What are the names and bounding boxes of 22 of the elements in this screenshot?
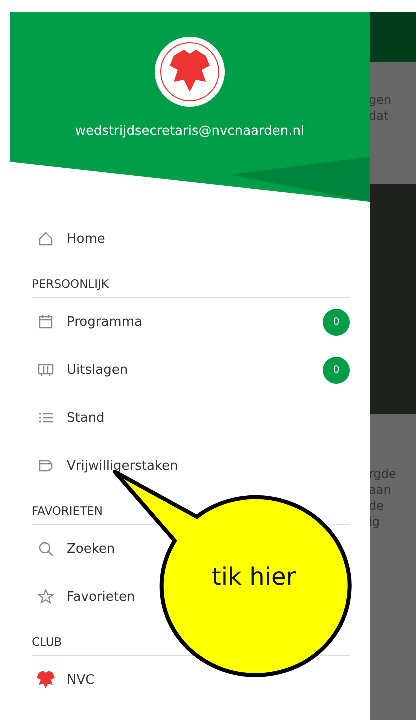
user-email: wedstrijdsecretaris@nvcnaarden.nl [75,124,305,139]
menu-item[interactable]: NVC [10,656,115,704]
app-bar [370,12,416,62]
count-badge: 0 [323,308,350,336]
search-icon [38,541,54,557]
star-icon [38,589,54,605]
menu-item[interactable]: Zoeken [10,525,136,573]
tag-icon [38,458,54,474]
menu-item[interactable]: Stand [10,394,125,442]
scoreboard-icon [38,362,54,378]
count-badge: 0 [323,356,350,384]
menu-item[interactable]: Vrijwilligerstaken [10,442,198,490]
calendar-icon [38,314,54,330]
club-logo [154,36,226,108]
menu-item[interactable]: Favorieten [10,573,156,621]
menu-item[interactable]: Programma 0 [10,298,370,346]
menu-item[interactable]: Home [10,215,126,263]
callout-text: tik hier [212,563,296,591]
home-icon [38,231,54,247]
menu-item[interactable]: Uitslagen 0 [10,346,370,394]
section-header: PERSOONLIJK [32,277,350,298]
eagle-crest-icon [36,670,56,690]
